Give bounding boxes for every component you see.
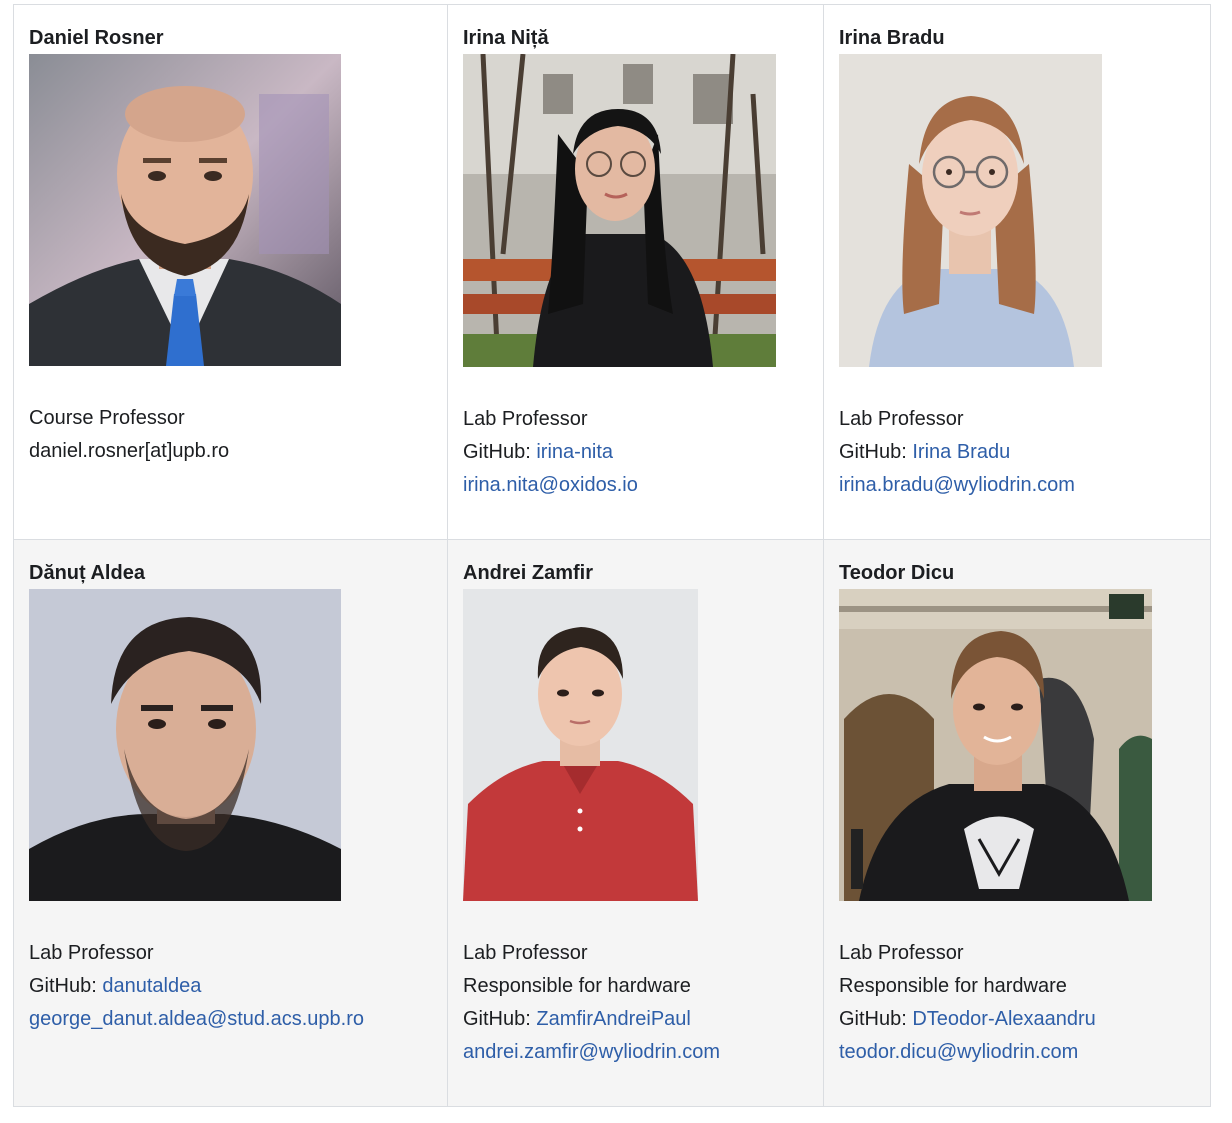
member-info: Lab Professor GitHub: Irina Bradu irina.… <box>839 403 1195 502</box>
member-card: Teodor Dicu Lab Professor Responsible fo… <box>823 539 1211 1107</box>
email-link[interactable]: george_danut.aldea@stud.acs.upb.ro <box>29 1008 364 1030</box>
member-info: Lab Professor Responsible for hardware G… <box>463 937 808 1069</box>
member-github: GitHub: DTeodor-Alexaandru <box>839 1003 1195 1036</box>
email-link[interactable]: teodor.dicu@wyliodrin.com <box>839 1041 1078 1063</box>
member-name: Dănuț Aldea <box>29 562 145 584</box>
github-link[interactable]: irina-nita <box>536 441 613 463</box>
member-card: Irina Bradu Lab Professor GitHub: Irina … <box>823 4 1211 540</box>
member-card: Andrei Zamfir Lab Professor Responsible … <box>447 539 824 1107</box>
member-photo <box>839 589 1152 901</box>
email-link[interactable]: irina.bradu@wyliodrin.com <box>839 474 1075 496</box>
member-github: GitHub: Irina Bradu <box>839 436 1195 469</box>
member-card: Dănuț Aldea Lab Professor GitHub: danuta… <box>13 539 448 1107</box>
member-photo <box>29 589 341 901</box>
member-email: andrei.zamfir@wyliodrin.com <box>463 1036 808 1069</box>
member-role: Lab Professor <box>463 942 588 964</box>
member-name: Andrei Zamfir <box>463 562 594 584</box>
member-email: teodor.dicu@wyliodrin.com <box>839 1036 1195 1069</box>
github-label: GitHub: <box>463 1008 537 1030</box>
member-name: Teodor Dicu <box>839 562 955 584</box>
table-row: Daniel Rosner Course Professor daniel.ro… <box>13 4 1211 540</box>
member-github: GitHub: ZamfirAndreiPaul <box>463 1003 808 1036</box>
member-role: Lab Professor <box>29 942 154 964</box>
github-link[interactable]: ZamfirAndreiPaul <box>536 1008 691 1030</box>
member-email: george_danut.aldea@stud.acs.upb.ro <box>29 1003 432 1036</box>
github-link[interactable]: Irina Bradu <box>912 441 1010 463</box>
team-table: Daniel Rosner Course Professor daniel.ro… <box>13 4 1211 1107</box>
member-info: Lab Professor GitHub: danutaldea george_… <box>29 937 432 1036</box>
github-label: GitHub: <box>463 441 537 463</box>
member-github: GitHub: irina-nita <box>463 436 808 469</box>
email-link[interactable]: andrei.zamfir@wyliodrin.com <box>463 1041 720 1063</box>
member-role: Lab Professor <box>839 942 964 964</box>
member-name: Daniel Rosner <box>29 27 164 49</box>
member-email: irina.nita@oxidos.io <box>463 469 808 502</box>
member-role: Course Professor <box>29 407 185 429</box>
member-card: Irina Niță Lab Professor GitHub: irina-n… <box>447 4 824 540</box>
member-info: Lab Professor Responsible for hardware G… <box>839 937 1195 1069</box>
member-card: Daniel Rosner Course Professor daniel.ro… <box>13 4 448 540</box>
member-github: GitHub: danutaldea <box>29 970 432 1003</box>
member-email-text: daniel.rosner[at]upb.ro <box>29 440 230 462</box>
member-extra: Responsible for hardware <box>839 975 1067 997</box>
github-link[interactable]: danutaldea <box>102 975 201 997</box>
github-label: GitHub: <box>839 441 913 463</box>
member-photo <box>463 589 698 901</box>
github-label: GitHub: <box>29 975 103 997</box>
github-label: GitHub: <box>839 1008 913 1030</box>
github-link[interactable]: DTeodor-Alexaandru <box>912 1008 1095 1030</box>
member-photo <box>839 54 1102 367</box>
member-photo <box>29 54 341 366</box>
member-photo <box>463 54 776 367</box>
member-email: irina.bradu@wyliodrin.com <box>839 469 1195 502</box>
member-name: Irina Bradu <box>839 27 945 49</box>
member-name: Irina Niță <box>463 27 549 49</box>
member-info: Course Professor daniel.rosner[at]upb.ro <box>29 402 432 468</box>
member-role: Lab Professor <box>839 408 964 430</box>
member-extra: Responsible for hardware <box>463 975 691 997</box>
member-role: Lab Professor <box>463 408 588 430</box>
table-row: Dănuț Aldea Lab Professor GitHub: danuta… <box>13 539 1211 1107</box>
member-info: Lab Professor GitHub: irina-nita irina.n… <box>463 403 808 502</box>
email-link[interactable]: irina.nita@oxidos.io <box>463 474 638 496</box>
